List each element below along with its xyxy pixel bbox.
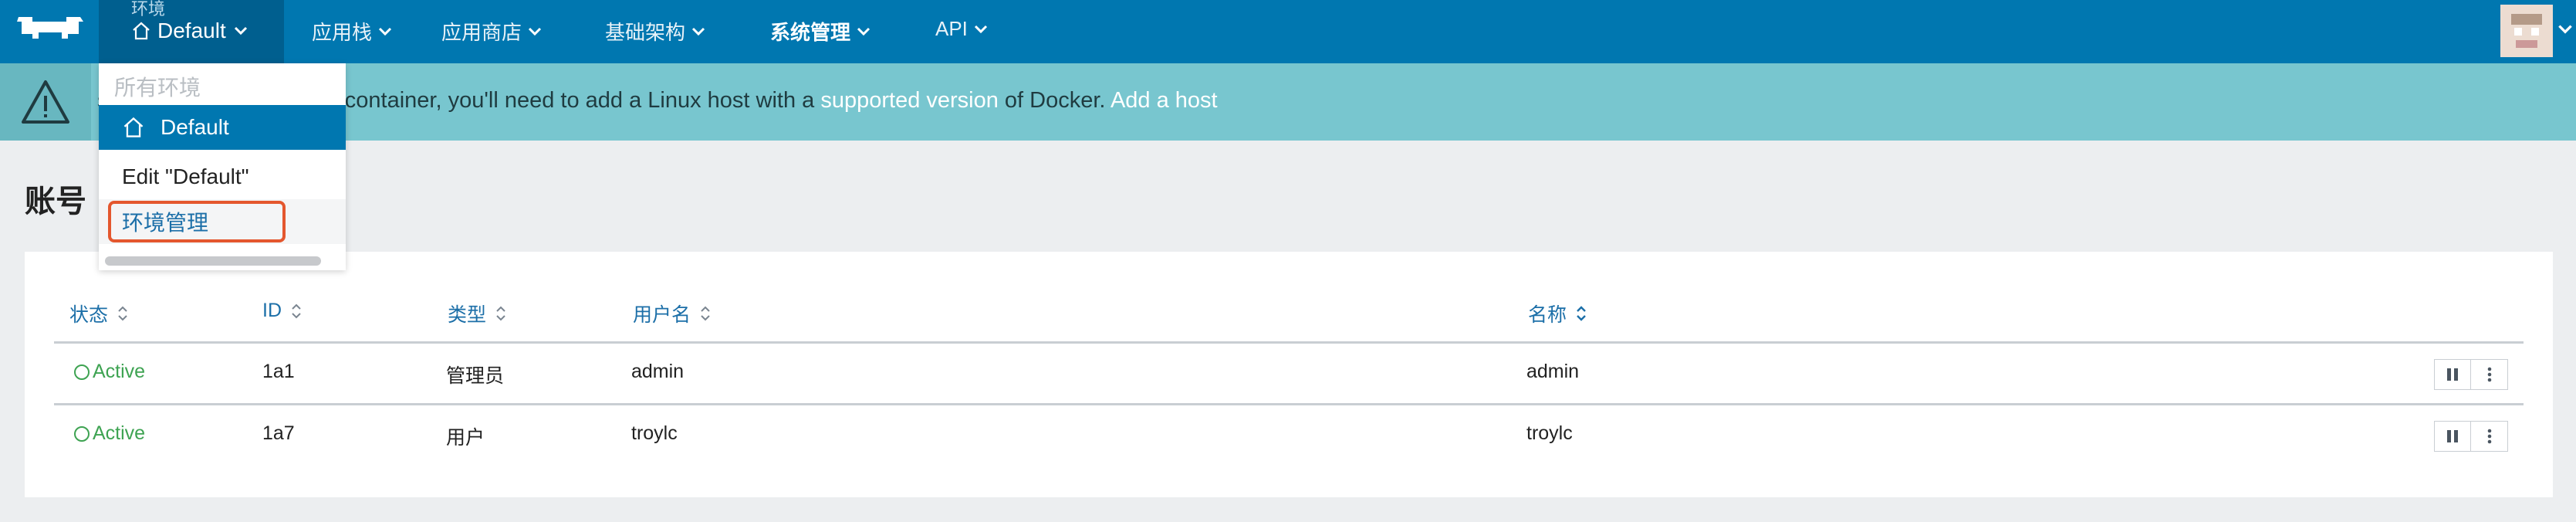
- cell-type: 管理员: [446, 365, 505, 387]
- more-vertical-icon: [2487, 429, 2491, 444]
- more-vertical-icon: [2487, 367, 2491, 382]
- nav-item-label: 基础架构: [605, 21, 686, 44]
- sort-icon: [496, 306, 505, 321]
- page-title: 账号: [25, 185, 86, 219]
- env-label: 环境: [131, 0, 166, 19]
- chevron-down-icon: [974, 25, 987, 33]
- status-label: Active: [93, 422, 146, 444]
- column-header-name[interactable]: 名称: [1528, 300, 1588, 327]
- avatar[interactable]: [2500, 5, 2553, 57]
- sort-icon: [292, 303, 301, 318]
- banner-text-mid: of Docker.: [998, 88, 1111, 113]
- nav-item-label: 应用商店: [441, 21, 522, 44]
- pause-icon: [2447, 368, 2458, 381]
- status-label: Active: [93, 361, 146, 382]
- chevron-down-icon: [857, 27, 870, 36]
- dropdown-header: 所有环境: [114, 76, 201, 100]
- nav-item-catalog[interactable]: 应用商店: [441, 17, 543, 46]
- env-current[interactable]: Default: [131, 19, 249, 43]
- warning-banner: st service or launching a container, you…: [0, 63, 2576, 141]
- chevron-down-icon: [378, 27, 392, 36]
- status-ring-icon: [74, 425, 90, 442]
- status-ring-icon: [74, 364, 90, 380]
- column-header-label: 名称: [1528, 304, 1567, 326]
- chevron-down-icon[interactable]: [2556, 20, 2574, 39]
- sort-icon: [701, 306, 710, 321]
- status-badge: Active: [74, 422, 145, 445]
- chevron-down-icon: [691, 27, 705, 36]
- pause-icon: [2447, 430, 2458, 442]
- home-icon: [123, 117, 144, 137]
- highlight-box: [108, 201, 286, 242]
- avatar-image: [2500, 5, 2553, 57]
- logo[interactable]: [0, 0, 99, 63]
- cell-id: 1a7: [262, 422, 295, 444]
- nav-item-infrastructure[interactable]: 基础架构: [605, 17, 707, 46]
- dropdown-item-edit-default[interactable]: Edit "Default": [99, 154, 346, 199]
- column-header-status[interactable]: 状态: [69, 300, 130, 327]
- nav-item-label: 系统管理: [770, 21, 851, 44]
- top-nav-bar: 环境 Default 应用栈 应用商店 基础架构 系统管理 API: [0, 0, 2576, 63]
- table-row: Active 1a7 用户 troylc troylc: [54, 405, 2524, 466]
- nav-item-stacks[interactable]: 应用栈: [312, 17, 394, 46]
- cell-type: 用户: [446, 427, 485, 449]
- dropdown-item-label: Edit "Default": [122, 164, 249, 188]
- env-current-label: Default: [157, 19, 226, 42]
- more-actions-button[interactable]: [2471, 421, 2508, 452]
- rancher-cow-logo-icon: [17, 17, 83, 39]
- cell-username: admin: [631, 361, 685, 382]
- cell-id: 1a1: [262, 361, 295, 382]
- status-badge: Active: [74, 361, 145, 383]
- env-switcher[interactable]: 环境 Default: [99, 0, 284, 63]
- nav-item-admin[interactable]: 系统管理: [770, 17, 872, 46]
- dropdown-item-label: Default: [161, 115, 229, 139]
- banner-icon-box: [0, 63, 91, 141]
- add-host-link[interactable]: Add a host: [1111, 88, 1218, 113]
- table-row: Active 1a1 管理员 admin admin: [54, 344, 2524, 404]
- row-actions: [2434, 421, 2508, 452]
- warning-triangle-icon: [22, 80, 69, 124]
- cell-name: troylc: [1526, 422, 1573, 444]
- dropdown-scrollbar[interactable]: [105, 256, 321, 266]
- nav-item-api[interactable]: API: [935, 17, 989, 41]
- dropdown-item-default[interactable]: Default: [99, 105, 346, 150]
- more-actions-button[interactable]: [2471, 359, 2508, 390]
- cell-username: troylc: [631, 422, 678, 444]
- pause-button[interactable]: [2434, 359, 2471, 390]
- row-actions: [2434, 359, 2508, 390]
- column-header-username[interactable]: 用户名: [633, 300, 712, 327]
- column-header-type[interactable]: 类型: [448, 300, 508, 327]
- chevron-down-icon: [528, 27, 542, 36]
- cell-name: admin: [1526, 361, 1580, 382]
- column-header-label: 类型: [448, 304, 487, 326]
- chevron-down-icon: [234, 26, 247, 36]
- nav-item-label: 应用栈: [312, 21, 373, 44]
- pause-button[interactable]: [2434, 421, 2471, 452]
- supported-version-link[interactable]: supported version: [820, 88, 999, 113]
- column-header-label: ID: [262, 300, 282, 321]
- column-header-label: 状态: [69, 304, 109, 326]
- sort-icon: [1577, 306, 1586, 321]
- column-header-label: 用户名: [633, 304, 691, 326]
- env-dropdown-menu: 所有环境 Default Edit "Default" 环境管理: [99, 63, 346, 270]
- home-icon: [133, 22, 150, 40]
- sort-icon: [118, 306, 127, 321]
- column-header-id[interactable]: ID: [262, 300, 303, 322]
- nav-item-label: API: [935, 17, 968, 40]
